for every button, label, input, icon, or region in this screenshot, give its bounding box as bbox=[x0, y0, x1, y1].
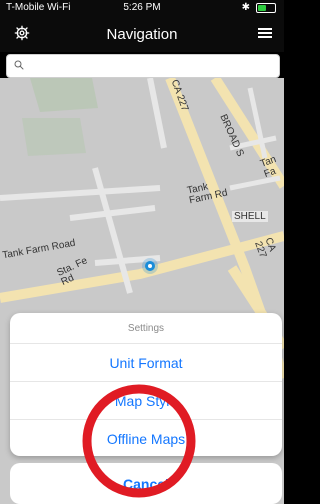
status-bar: T-Mobile Wi-Fi 5:26 PM ✱ bbox=[0, 0, 284, 16]
search-icon bbox=[14, 60, 24, 70]
bluetooth-icon: ✱ bbox=[241, 2, 250, 13]
unit-format-option[interactable]: Unit Format bbox=[10, 344, 282, 382]
map-label-shell: SHELL bbox=[232, 211, 268, 222]
offline-maps-option[interactable]: Offline Maps bbox=[10, 420, 282, 457]
page-title: Navigation bbox=[106, 26, 178, 43]
cancel-button[interactable]: Cancel bbox=[10, 463, 282, 504]
navigation-bar: Navigation bbox=[0, 16, 284, 52]
status-icons: ✱ bbox=[242, 2, 276, 13]
menu-icon[interactable] bbox=[258, 27, 272, 39]
search-input[interactable] bbox=[6, 54, 280, 78]
action-sheet: Settings Unit Format Map Style Offline M… bbox=[10, 313, 282, 456]
map-style-option[interactable]: Map Style bbox=[10, 382, 282, 420]
action-sheet-title: Settings bbox=[10, 313, 282, 344]
battery-icon bbox=[256, 2, 276, 13]
